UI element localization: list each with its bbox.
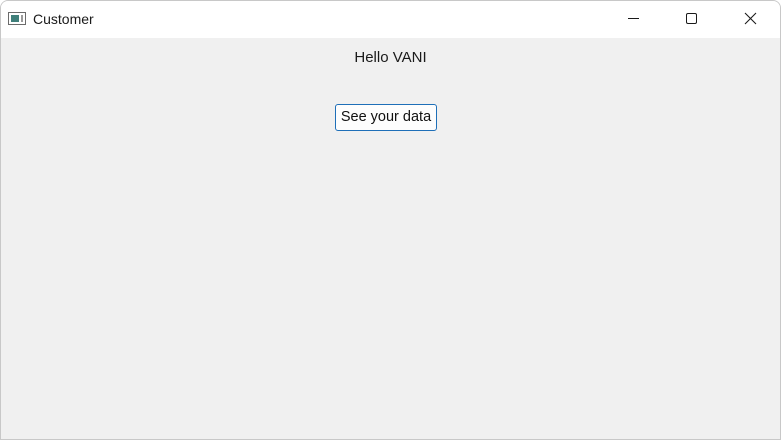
customer-window: Customer Hello VANI See your data	[0, 0, 781, 440]
maximize-icon	[686, 13, 697, 24]
maximize-button[interactable]	[668, 1, 714, 38]
minimize-button[interactable]	[610, 1, 656, 38]
window-app-icon	[8, 12, 26, 25]
close-icon	[744, 12, 757, 25]
see-your-data-button[interactable]: See your data	[335, 104, 437, 131]
minimize-icon	[628, 18, 639, 19]
close-button[interactable]	[727, 1, 773, 38]
title-bar[interactable]: Customer	[1, 1, 780, 38]
greeting-label: Hello VANI	[354, 49, 427, 66]
window-title: Customer	[33, 11, 94, 27]
